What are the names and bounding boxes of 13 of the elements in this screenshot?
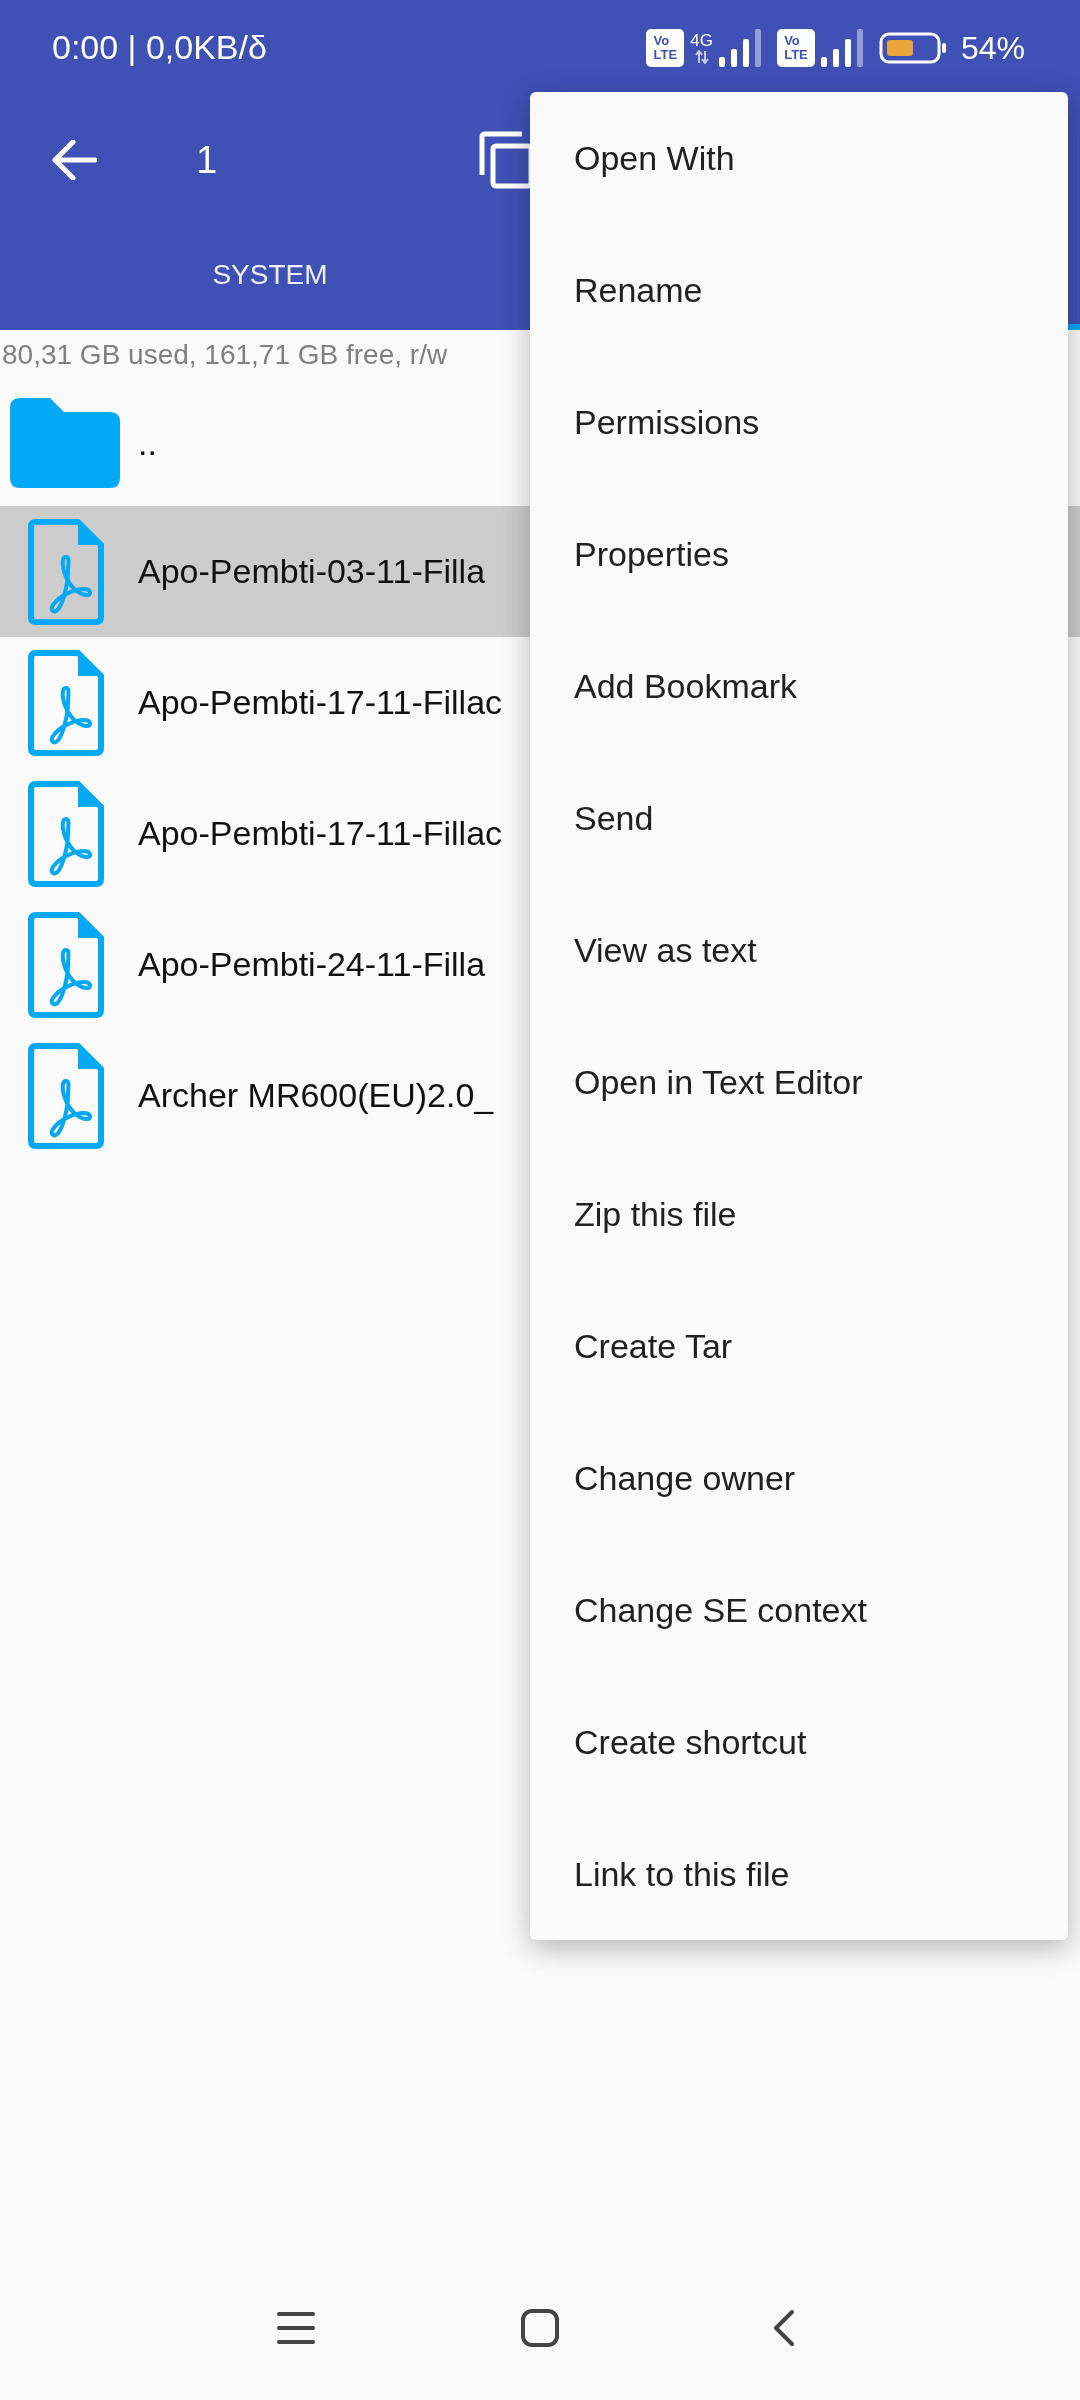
file-name: Apo-Pembti-03-11-Filla bbox=[138, 551, 486, 592]
file-name: Apo-Pembti-17-11-Fillac bbox=[138, 682, 503, 723]
file-name: .. bbox=[138, 422, 157, 464]
storage-info: 80,31 GB used, 161,71 GB free, r/w bbox=[1, 338, 449, 372]
file-name: Apo-Pembti-17-11-Fillac bbox=[138, 813, 503, 854]
status-time: 0:00 | 0,0KB/δ bbox=[52, 27, 267, 68]
volte-badge: Vo LTE bbox=[776, 28, 815, 67]
battery-percent: 54% bbox=[960, 28, 1025, 68]
network-type-label: 4G bbox=[690, 31, 713, 50]
file-name: Apo-Pembti-24-11-Filla bbox=[138, 944, 486, 985]
volte-badge: Vo LTE bbox=[646, 28, 685, 67]
toolbar-title: 1 bbox=[196, 137, 218, 183]
file-name: Archer MR600(EU)2.0_ bbox=[138, 1075, 494, 1116]
